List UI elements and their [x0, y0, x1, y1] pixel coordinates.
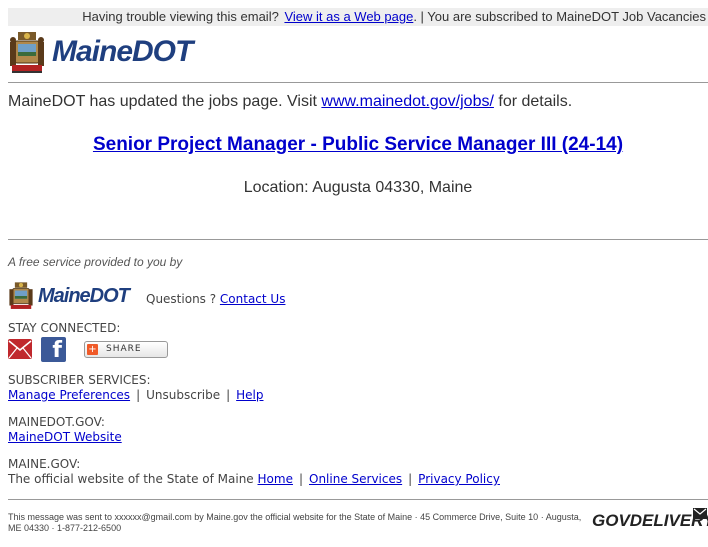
- share-plus-icon: +: [87, 343, 98, 355]
- job-location: Location: Augusta 04330, Maine: [243, 179, 473, 196]
- share-label: SHARE: [106, 344, 142, 354]
- facebook-icon[interactable]: f: [41, 336, 66, 362]
- online-services-link[interactable]: Online Services: [309, 472, 402, 486]
- subscribed-text: . | You are subscribed to MaineDOT Job V…: [413, 9, 706, 24]
- home-link[interactable]: Home: [258, 472, 293, 486]
- divider: [8, 239, 708, 240]
- divider: [8, 82, 708, 83]
- trouble-text: Having trouble viewing this email?: [82, 9, 279, 24]
- intro-text: MaineDOT has updated the jobs page. Visi…: [8, 93, 573, 110]
- mainedot-website-link[interactable]: MaineDOT Website: [8, 430, 122, 444]
- mainedot-website-line: MaineDOT Website: [8, 430, 122, 444]
- social-links: f + SHARE: [8, 336, 168, 362]
- privacy-policy-link[interactable]: Privacy Policy: [418, 472, 500, 486]
- contact-us-link[interactable]: Contact Us: [220, 292, 286, 306]
- logo-text: MaineDOT: [52, 35, 193, 68]
- mainedot-gov-label: MAINEDOT.GOV:: [8, 415, 105, 429]
- view-web-page-link[interactable]: View it as a Web page: [284, 9, 413, 24]
- subscriber-services-links: Manage Preferences | Unsubscribe | Help: [8, 388, 264, 402]
- footer-message: This message was sent to xxxxxx@gmail.co…: [8, 512, 582, 533]
- maine-seal-icon: [10, 32, 44, 73]
- help-link[interactable]: Help: [236, 388, 263, 402]
- free-service-text: A free service provided to you by: [8, 255, 183, 269]
- subscriber-services-label: SUBSCRIBER SERVICES:: [8, 373, 151, 387]
- unsubscribe-text[interactable]: Unsubscribe: [146, 388, 220, 402]
- mainedot-logo[interactable]: MaineDOT: [8, 30, 193, 74]
- questions-line: Questions ? Contact Us: [146, 292, 286, 306]
- logo-small-text: MaineDOT: [38, 284, 130, 307]
- divider: [8, 499, 708, 500]
- jobs-page-link[interactable]: www.mainedot.gov/jobs/: [321, 93, 494, 110]
- envelope-icon: [693, 508, 707, 519]
- manage-preferences-link[interactable]: Manage Preferences: [8, 388, 130, 402]
- job-title: Senior Project Manager - Public Service …: [8, 134, 708, 156]
- govdelivery-logo[interactable]: GOVDELIVERY: [592, 511, 708, 531]
- mainedot-logo-small[interactable]: MaineDOT: [8, 281, 130, 311]
- top-bar: Having trouble viewing this email? View …: [8, 8, 708, 26]
- maine-gov-label: MAINE.GOV:: [8, 457, 81, 471]
- stay-connected-label: STAY CONNECTED:: [8, 321, 121, 335]
- email-icon[interactable]: [8, 337, 32, 361]
- share-button[interactable]: + SHARE: [84, 340, 168, 358]
- maine-seal-icon: [9, 282, 33, 309]
- job-title-link[interactable]: Senior Project Manager - Public Service …: [93, 134, 623, 155]
- maine-gov-links: The official website of the State of Mai…: [8, 472, 500, 486]
